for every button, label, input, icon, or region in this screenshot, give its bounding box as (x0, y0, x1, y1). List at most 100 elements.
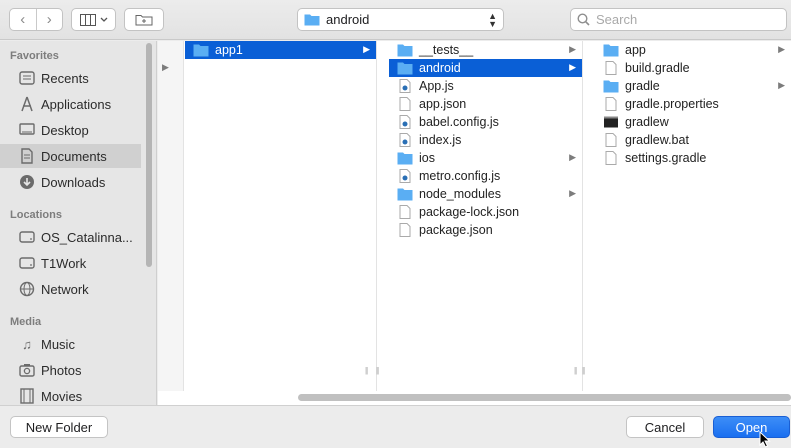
list-item[interactable]: node_modules ▶ (389, 185, 582, 203)
file-icon (605, 151, 617, 165)
column-resize-handle[interactable]: || (582, 366, 585, 375)
item-name: node_modules (419, 187, 502, 201)
new-folder-button[interactable]: New Folder (10, 416, 108, 438)
column-resize-handle[interactable]: || (376, 366, 379, 375)
search-icon (577, 13, 590, 26)
chevron-right-icon: ▶ (363, 44, 370, 54)
list-item[interactable]: ios ▶ (389, 149, 582, 167)
sidebar-item-label: Network (41, 281, 89, 297)
sidebar-item-label: Recents (41, 70, 89, 86)
sidebar-item-desktop[interactable]: Desktop (0, 118, 141, 142)
locations-heading: Locations (10, 209, 62, 221)
column-3[interactable]: app ▶ build.gradle gradle ▶ gradle.prope… (582, 41, 791, 391)
item-name: babel.config.js (419, 115, 499, 129)
desktop-icon (18, 121, 36, 139)
chevron-right-icon: ▶ (569, 62, 576, 72)
sidebar-scrollbar[interactable] (146, 43, 152, 267)
list-item[interactable]: app ▶ (595, 41, 791, 59)
sidebar-item-recents[interactable]: Recents (0, 66, 141, 90)
item-name: package-lock.json (419, 205, 520, 219)
file-icon (605, 61, 617, 75)
chevron-right-icon: ▶ (569, 152, 576, 162)
item-name: __tests__ (419, 43, 474, 57)
list-item[interactable]: package.json (389, 221, 582, 239)
folder-icon (603, 44, 619, 57)
view-mode-button[interactable] (71, 8, 116, 31)
sidebar-item-label: Downloads (41, 174, 106, 190)
item-name: build.gradle (625, 61, 690, 75)
path-selector[interactable]: android ▲ ▼ (297, 8, 504, 31)
sidebar-item-label: T1Work (41, 255, 87, 271)
folder-icon (603, 80, 619, 93)
list-item[interactable]: gradle.properties (595, 95, 791, 113)
media-heading: Media (10, 316, 42, 328)
document-icon (18, 147, 36, 165)
item-name: settings.gradle (625, 151, 707, 165)
film-icon (18, 387, 36, 405)
list-item[interactable]: gradlew (595, 113, 791, 131)
column-resize-handle[interactable]: || (365, 366, 368, 375)
cancel-button[interactable]: Cancel (626, 416, 704, 438)
forward-button[interactable]: › (35, 9, 63, 30)
dialog-button-bar: New Folder Cancel Open (0, 405, 791, 448)
open-button[interactable]: Open (713, 416, 790, 438)
disk-icon (18, 254, 36, 272)
item-name: App.js (419, 79, 454, 93)
toolbar: ‹ › android ▲ ▼ Search (0, 0, 791, 40)
sidebar: Favorites Recents Applications Desktop D… (0, 41, 157, 405)
js-file-icon (399, 169, 411, 183)
navigation-buttons: ‹ › (9, 8, 63, 31)
list-item[interactable]: package-lock.json (389, 203, 582, 221)
list-item[interactable]: settings.gradle (595, 149, 791, 167)
list-item[interactable]: app1 ▶ (185, 41, 376, 59)
item-name: ios (419, 151, 435, 165)
sidebar-item-movies[interactable]: Movies (0, 384, 141, 405)
list-item[interactable]: app.json (389, 95, 582, 113)
sidebar-item-applications[interactable]: Applications (0, 92, 141, 116)
sidebar-item-downloads[interactable]: Downloads (0, 170, 141, 194)
item-name: gradlew.bat (625, 133, 689, 147)
back-button[interactable]: ‹ (10, 9, 36, 30)
item-name: gradlew (625, 115, 669, 129)
sidebar-item-os-catalina[interactable]: OS_Catalinna... (0, 225, 141, 249)
list-item[interactable]: index.js (389, 131, 582, 149)
list-item[interactable]: metro.config.js (389, 167, 582, 185)
list-item[interactable]: App.js (389, 77, 582, 95)
list-item[interactable]: build.gradle (595, 59, 791, 77)
chevron-right-icon: ▶ (778, 80, 785, 90)
sidebar-item-documents[interactable]: Documents (0, 144, 141, 168)
list-item[interactable]: gradlew.bat (595, 131, 791, 149)
favorites-heading: Favorites (10, 50, 59, 62)
horizontal-scrollbar[interactable] (298, 394, 791, 401)
column-2[interactable]: __tests__ ▶ android ▶ App.js app.json ba… (376, 41, 583, 391)
search-field[interactable]: Search (570, 8, 787, 31)
sidebar-item-label: Desktop (41, 122, 89, 138)
camera-icon (18, 361, 36, 379)
download-icon (18, 173, 36, 191)
new-folder-toolbar-button[interactable] (124, 8, 164, 31)
sidebar-item-t1work[interactable]: T1Work (0, 251, 141, 275)
folder-icon (397, 62, 413, 75)
chevron-left-icon: ‹ (20, 11, 26, 28)
clock-icon (18, 69, 36, 87)
list-item[interactable]: __tests__ ▶ (389, 41, 582, 59)
updown-chevron-icon: ▲ ▼ (488, 11, 497, 29)
sidebar-item-photos[interactable]: Photos (0, 358, 141, 382)
column-1[interactable]: app1 ▶ || (185, 41, 377, 391)
music-icon: ♫ (22, 336, 32, 352)
column-documents[interactable]: ▶ (158, 41, 184, 391)
sidebar-item-music[interactable]: ♫ Music (0, 332, 141, 356)
list-item[interactable]: babel.config.js (389, 113, 582, 131)
item-name: android (419, 61, 461, 75)
new-folder-icon (135, 15, 153, 26)
folder-icon (193, 44, 209, 57)
file-icon (605, 133, 617, 147)
chevron-right-icon: ▶ (778, 44, 785, 54)
column-resize-handle[interactable]: || (574, 366, 577, 375)
list-item[interactable]: gradle ▶ (595, 77, 791, 95)
list-item[interactable]: android ▶ (389, 59, 582, 77)
file-icon (399, 97, 411, 111)
folder-icon (397, 152, 413, 165)
sidebar-item-network[interactable]: Network (0, 277, 141, 301)
item-name: metro.config.js (419, 169, 501, 183)
